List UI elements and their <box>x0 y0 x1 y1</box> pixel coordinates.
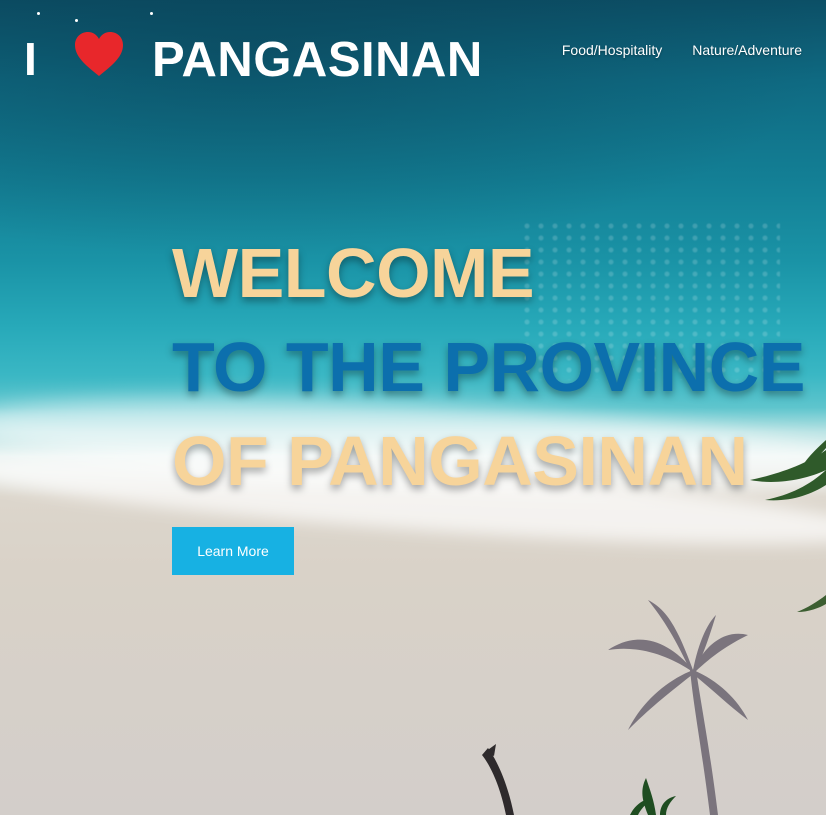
decor-dot <box>75 19 78 22</box>
headline-line-pangasinan: OF PANGASINAN <box>172 422 748 500</box>
hero-headline: WELCOME TO THE PROVINCE OF PANGASINAN <box>172 238 805 520</box>
palm-leaf-image <box>797 595 826 612</box>
decor-dot <box>37 12 40 15</box>
learn-more-button[interactable]: Learn More <box>172 527 294 575</box>
nav-link-nature-adventure[interactable]: Nature/Adventure <box>692 42 802 58</box>
logo-name-text: PANGASINAN <box>152 33 483 87</box>
headline-line-welcome: WELCOME <box>172 234 535 312</box>
headline-line-province: TO THE PROVINCE <box>172 328 805 406</box>
main-nav: Food/Hospitality Nature/Adventure <box>562 42 802 58</box>
palm-trees-image <box>482 744 676 815</box>
decor-dot <box>150 12 153 15</box>
heart-icon <box>75 32 123 76</box>
logo-i-text: I <box>24 33 37 85</box>
site-logo[interactable]: I PANGASINAN <box>24 32 482 85</box>
nav-link-food-hospitality[interactable]: Food/Hospitality <box>562 42 662 58</box>
